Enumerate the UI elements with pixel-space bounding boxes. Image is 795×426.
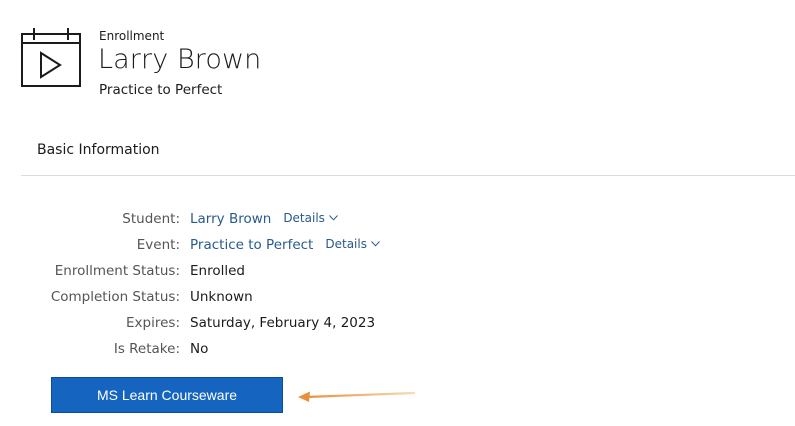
event-link[interactable]: Practice to Perfect Details bbox=[190, 237, 380, 253]
annotation-arrow-icon bbox=[298, 391, 416, 402]
enrollment-status-label: Enrollment Status: bbox=[54, 263, 180, 279]
student-label: Student: bbox=[122, 211, 180, 227]
student-details-label[interactable]: Details bbox=[283, 211, 325, 225]
enrollment-page: Enrollment Larry Brown Practice to Perfe… bbox=[0, 0, 795, 426]
event-value[interactable]: Practice to Perfect bbox=[190, 237, 313, 253]
page-subtitle: Practice to Perfect bbox=[99, 82, 223, 98]
section-divider bbox=[21, 175, 795, 176]
field-row-enrollment-status: Enrollment Status: Enrolled bbox=[0, 263, 795, 285]
ms-learn-courseware-button[interactable]: MS Learn Courseware bbox=[51, 377, 283, 413]
expires-label: Expires: bbox=[126, 315, 180, 331]
event-label: Event: bbox=[136, 237, 180, 253]
video-calendar-icon bbox=[21, 28, 81, 87]
chevron-down-icon bbox=[371, 241, 380, 247]
chevron-down-icon bbox=[329, 215, 338, 221]
field-row-student: Student: Larry Brown Details bbox=[0, 211, 795, 233]
expires-value: Saturday, February 4, 2023 bbox=[190, 315, 376, 331]
student-value[interactable]: Larry Brown bbox=[190, 211, 271, 227]
event-details-toggle[interactable]: Details bbox=[325, 237, 380, 251]
is-retake-value: No bbox=[190, 341, 209, 357]
student-details-toggle[interactable]: Details bbox=[283, 211, 338, 225]
field-row-expires: Expires: Saturday, February 4, 2023 bbox=[0, 315, 795, 337]
field-row-event: Event: Practice to Perfect Details bbox=[0, 237, 795, 259]
completion-status-value: Unknown bbox=[190, 289, 253, 305]
page-title: Larry Brown bbox=[98, 44, 262, 75]
enrollment-status-value: Enrolled bbox=[190, 263, 245, 279]
field-row-completion-status: Completion Status: Unknown bbox=[0, 289, 795, 311]
is-retake-label: Is Retake: bbox=[113, 341, 180, 357]
page-eyebrow: Enrollment bbox=[99, 29, 165, 43]
student-link[interactable]: Larry Brown Details bbox=[190, 211, 338, 227]
event-details-label[interactable]: Details bbox=[325, 237, 367, 251]
field-row-is-retake: Is Retake: No bbox=[0, 341, 795, 363]
completion-status-label: Completion Status: bbox=[50, 289, 180, 305]
section-title: Basic Information bbox=[37, 142, 160, 158]
